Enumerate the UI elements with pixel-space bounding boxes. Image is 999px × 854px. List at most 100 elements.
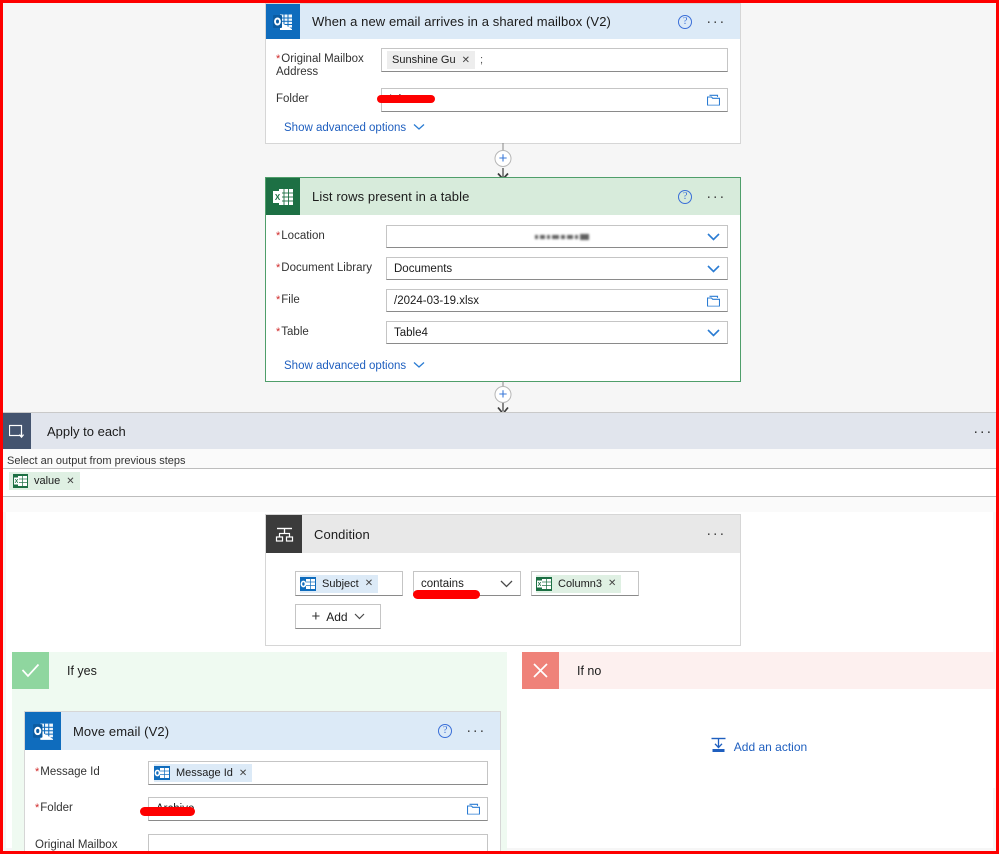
excel-icon: X — [536, 576, 552, 592]
trigger-card-header[interactable]: When a new email arrives in a shared mai… — [266, 4, 740, 39]
if-yes-header: If yes — [12, 652, 507, 689]
condition-add-button[interactable]: + Add — [295, 604, 381, 629]
condition-card-title: Condition — [314, 526, 370, 542]
required-asterisk: * — [276, 53, 281, 65]
chevron-down-icon[interactable] — [707, 328, 720, 337]
field-row-document-library: *Document Library Documents — [276, 257, 728, 280]
outlook-icon — [300, 576, 316, 592]
move-email-card[interactable]: Move email (V2) ? ··· * Message Id Messag… — [25, 712, 500, 851]
apply-to-each-subtitle: Select an output from previous steps — [3, 449, 996, 469]
insert-step-button[interactable]: + — [494, 385, 512, 403]
required-asterisk: * — [276, 326, 281, 338]
required-asterisk: * — [35, 802, 40, 814]
trigger-more-button[interactable]: ··· — [706, 14, 726, 29]
location-redacted-value — [535, 233, 589, 240]
field-label-document-library: *Document Library — [276, 262, 373, 274]
check-icon — [12, 652, 49, 689]
condition-more-button[interactable]: ··· — [706, 526, 726, 541]
svg-text:X: X — [14, 479, 18, 485]
move-email-card-body: * Message Id Message Id ✕ *Folder Origina… — [25, 750, 500, 851]
list-rows-more-button[interactable]: ··· — [706, 189, 726, 204]
required-asterisk: * — [35, 766, 40, 778]
outlook-icon — [154, 765, 170, 781]
token-message-id[interactable]: Message Id ✕ — [154, 764, 253, 782]
token-remove-icon[interactable]: ✕ — [365, 578, 373, 589]
trigger-card-title: When a new email arrives in a shared mai… — [312, 14, 611, 29]
move-folder-picker-input[interactable]: Archive — [148, 797, 488, 821]
condition-left-operand[interactable]: Subject ✕ — [295, 571, 403, 596]
move-email-more-button[interactable]: ··· — [466, 723, 486, 738]
apply-to-each-input[interactable]: X value ✕ — [3, 469, 996, 497]
chevron-down-icon[interactable] — [707, 232, 720, 241]
token-remove-icon[interactable]: ✕ — [462, 55, 470, 66]
help-icon[interactable]: ? — [438, 724, 453, 738]
list-rows-card[interactable]: X List rows present in a table ? ··· *Lo… — [266, 178, 740, 381]
mailbox-address-input[interactable]: Sunshine Gu ✕ ; — [381, 48, 728, 72]
list-rows-show-advanced-link[interactable]: Show advanced options — [284, 358, 425, 372]
excel-icon: X — [12, 473, 28, 489]
token-remove-icon[interactable]: ✕ — [608, 578, 616, 589]
outlook-icon — [25, 712, 61, 750]
field-row-mailbox: *Original Mailbox Address Sunshine Gu ✕ … — [276, 48, 728, 79]
list-rows-card-title: List rows present in a table — [312, 189, 470, 204]
help-icon[interactable]: ? — [678, 189, 693, 204]
add-an-action-link[interactable]: Add an action — [710, 737, 807, 757]
token-mailbox[interactable]: Sunshine Gu ✕ — [387, 51, 475, 69]
apply-to-each-header[interactable]: Apply to each ··· — [3, 413, 996, 449]
field-row-location: *Location — [276, 225, 728, 248]
if-yes-label: If yes — [67, 663, 97, 678]
chevron-down-icon — [413, 122, 425, 134]
plus-icon: + — [498, 385, 508, 403]
field-label-mailbox: *Original Mailbox Address — [276, 53, 364, 78]
condition-right-operand[interactable]: X Column3 ✕ — [531, 571, 639, 596]
token-subject[interactable]: Subject ✕ — [300, 574, 379, 593]
condition-card-body: Subject ✕ contains X Column3 ✕ + Add — [266, 553, 740, 629]
token-column3[interactable]: X Column3 ✕ — [536, 574, 622, 593]
condition-card-header[interactable]: Condition ··· — [266, 515, 740, 553]
flow-designer-canvas: When a new email arrives in a shared mai… — [0, 0, 999, 854]
location-dropdown[interactable] — [386, 225, 728, 248]
apply-to-each-more-button[interactable]: ··· — [973, 423, 996, 440]
field-label-table: *Table — [276, 326, 309, 338]
table-value: Table4 — [394, 326, 428, 339]
table-dropdown[interactable]: Table4 — [386, 321, 728, 344]
branch-if-no: If no Add an action — [522, 652, 995, 788]
message-id-input[interactable]: Message Id ✕ — [148, 761, 488, 785]
field-label-message-id: *Message Id — [35, 766, 100, 778]
file-picker-input[interactable]: /2024-03-19.xlsx — [386, 289, 728, 312]
list-rows-card-header[interactable]: X List rows present in a table ? ··· — [266, 178, 740, 215]
trigger-show-advanced-link[interactable]: Show advanced options — [284, 120, 425, 134]
chevron-down-icon — [413, 360, 425, 372]
if-no-label: If no — [577, 663, 602, 678]
token-remove-icon[interactable]: ✕ — [66, 476, 74, 487]
token-label: value — [34, 475, 61, 487]
chevron-down-icon[interactable] — [707, 264, 720, 273]
advanced-link-label: Show advanced options — [284, 360, 407, 372]
connector-list-to-apply: + — [463, 381, 543, 415]
move-mailbox-input[interactable] — [148, 834, 488, 851]
insert-step-button[interactable]: + — [494, 150, 512, 167]
document-library-dropdown[interactable]: Documents — [386, 257, 728, 280]
token-label: Message Id — [176, 767, 233, 779]
folder-icon[interactable] — [707, 94, 720, 106]
field-row-file: *File /2024-03-19.xlsx — [276, 289, 728, 312]
redaction-mark-archive — [140, 807, 195, 816]
document-library-value: Documents — [394, 262, 453, 275]
x-icon — [522, 652, 559, 689]
field-label-file: *File — [276, 294, 300, 306]
token-remove-icon[interactable]: ✕ — [239, 768, 247, 779]
token-label: Column3 — [558, 577, 603, 590]
token-value[interactable]: X value ✕ — [9, 472, 80, 490]
condition-card[interactable]: Condition ··· Subject ✕ contains X Colum… — [266, 515, 740, 645]
folder-icon[interactable] — [707, 295, 720, 306]
chevron-down-icon[interactable] — [500, 579, 513, 588]
help-icon[interactable]: ? — [678, 14, 693, 29]
required-asterisk: * — [276, 294, 281, 306]
required-asterisk: * — [276, 230, 281, 242]
outlook-icon — [266, 4, 300, 39]
move-email-card-header[interactable]: Move email (V2) ? ··· — [25, 712, 500, 750]
advanced-link-label: Show advanced options — [284, 122, 407, 134]
excel-icon: X — [266, 178, 300, 215]
folder-icon[interactable] — [467, 803, 480, 815]
trigger-card[interactable]: When a new email arrives in a shared mai… — [266, 4, 740, 143]
